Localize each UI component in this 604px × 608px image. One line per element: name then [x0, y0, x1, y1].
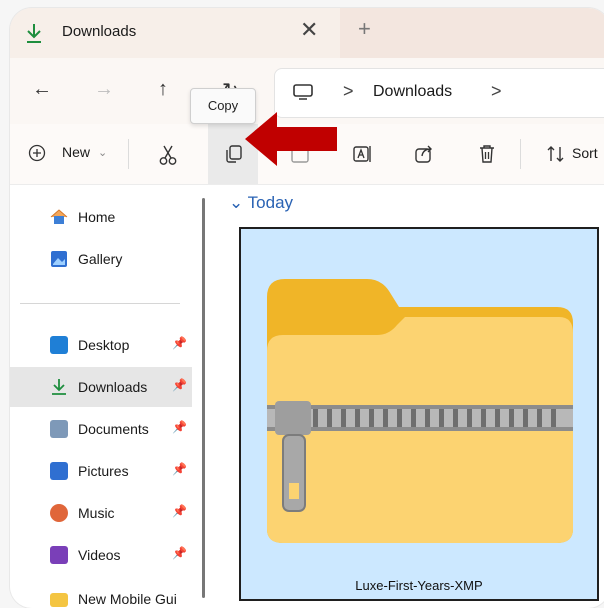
- sidebar-item-label: Documents: [78, 421, 149, 437]
- sidebar-item-music[interactable]: Music 📌: [10, 493, 192, 533]
- pin-icon: 📌: [172, 462, 187, 476]
- sidebar-item-label: New Mobile Gui: [78, 591, 177, 607]
- download-icon: [27, 24, 41, 43]
- sidebar-item-label: Downloads: [78, 379, 148, 395]
- navigation-pane: Home Gallery Desktop 📌 Downloads 📌 Docum…: [10, 185, 202, 608]
- documents-icon: [50, 420, 68, 438]
- forward-button[interactable]: →: [94, 78, 114, 101]
- desktop-icon: [50, 336, 68, 354]
- sidebar-item-label: Gallery: [78, 251, 123, 267]
- file-name: Luxe-First-Years-XMP: [355, 578, 483, 593]
- sidebar-scrollbar[interactable]: [202, 198, 205, 598]
- file-list: ⌄ Today Luxe-First-Years-XMP: [215, 185, 604, 605]
- group-header-today[interactable]: ⌄ Today: [229, 193, 293, 213]
- tab-downloads[interactable]: Downloads ✕: [10, 8, 340, 58]
- downloads-icon: [52, 379, 66, 395]
- music-icon: [50, 504, 68, 522]
- sidebar-item-label: Videos: [78, 547, 121, 563]
- tab-title: Downloads: [62, 23, 137, 40]
- pin-icon: 📌: [172, 378, 187, 392]
- sort-button[interactable]: Sort: [572, 145, 598, 161]
- sidebar-item-label: Pictures: [78, 463, 129, 479]
- new-icon: [28, 144, 46, 162]
- sidebar-item-label: Music: [78, 505, 115, 521]
- cut-icon[interactable]: [158, 144, 178, 166]
- annotation-arrow-icon: [245, 112, 337, 166]
- breadcrumb-separator: >: [343, 81, 354, 101]
- file-explorer-window: Downloads ✕ + ← → ↑ ↻ > Downloads > New …: [10, 8, 604, 608]
- gallery-icon: [51, 251, 67, 267]
- share-icon[interactable]: [414, 144, 434, 164]
- delete-icon[interactable]: [478, 144, 496, 164]
- sidebar-item-documents[interactable]: Documents 📌: [10, 409, 192, 449]
- close-tab-button[interactable]: ✕: [300, 17, 318, 43]
- pin-icon: 📌: [172, 546, 187, 560]
- sidebar-item-label: Home: [78, 209, 116, 225]
- group-header-label: Today: [247, 193, 294, 212]
- pin-icon: 📌: [172, 336, 187, 350]
- sidebar-item-label: Desktop: [78, 337, 130, 353]
- zip-folder-icon: [267, 279, 573, 543]
- new-tab-button[interactable]: +: [358, 16, 371, 42]
- file-item-selected[interactable]: Luxe-First-Years-XMP: [239, 227, 599, 601]
- back-button[interactable]: ←: [32, 78, 52, 101]
- sidebar-item-pictures[interactable]: Pictures 📌: [10, 451, 192, 491]
- home-icon: [50, 209, 68, 224]
- videos-icon: [50, 546, 68, 564]
- up-button[interactable]: ↑: [158, 78, 168, 101]
- sidebar-item-home[interactable]: Home: [10, 197, 192, 237]
- sidebar-item-downloads[interactable]: Downloads 📌: [10, 367, 192, 407]
- toolbar-divider: [128, 139, 129, 169]
- pictures-icon: [50, 462, 68, 480]
- title-bar: Downloads ✕ +: [10, 8, 604, 58]
- sidebar-divider: [20, 303, 180, 304]
- breadcrumb[interactable]: > Downloads >: [274, 68, 604, 118]
- chevron-down-icon: ⌄: [98, 147, 108, 159]
- folder-icon: [50, 593, 68, 607]
- sidebar-item-gallery[interactable]: Gallery: [10, 239, 192, 279]
- sort-icon: [547, 146, 564, 162]
- new-button[interactable]: New: [62, 144, 90, 160]
- sidebar-item-desktop[interactable]: Desktop 📌: [10, 325, 192, 365]
- sidebar-item-new-mobile-gui[interactable]: New Mobile Gui: [10, 579, 192, 608]
- pin-icon: 📌: [172, 504, 187, 518]
- pin-icon: 📌: [172, 420, 187, 434]
- copy-icon[interactable]: [224, 144, 244, 164]
- breadcrumb-separator: >: [491, 81, 502, 101]
- this-pc-icon: [293, 84, 313, 100]
- chevron-down-icon: ⌄: [229, 193, 244, 212]
- toolbar-divider: [520, 139, 521, 169]
- rename-icon[interactable]: [352, 144, 374, 164]
- breadcrumb-item-downloads[interactable]: Downloads: [373, 83, 452, 101]
- sidebar-item-videos[interactable]: Videos 📌: [10, 535, 192, 575]
